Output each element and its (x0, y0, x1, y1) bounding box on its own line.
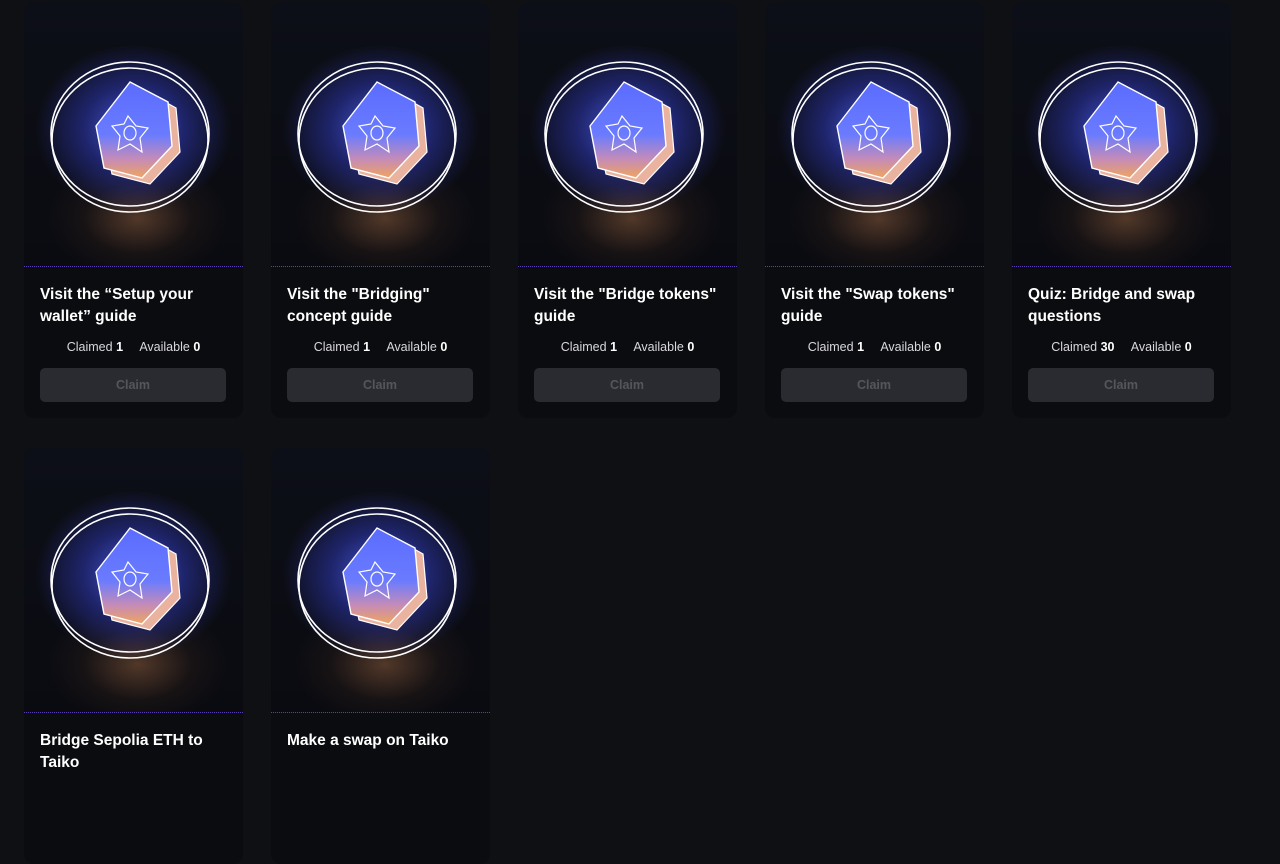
quest-stats: Claimed 1 Available 0 (518, 340, 737, 354)
claimed-label: Claimed (66, 340, 113, 354)
claimed-count: 30 (1100, 340, 1115, 354)
quest-title: Quiz: Bridge and swap questions (1028, 286, 1196, 325)
hexagon-badge-icon (50, 61, 210, 213)
quest-stats: Claimed 30 Available 0 (1012, 340, 1231, 354)
quest-card-art (24, 448, 243, 713)
available-count: 0 (934, 340, 942, 354)
available-count: 0 (193, 340, 201, 354)
quest-card-art (1012, 2, 1231, 267)
quest-stats: Claimed 1 Available 0 (271, 340, 490, 354)
claimed-label: Claimed (1051, 340, 1098, 354)
claim-button[interactable]: Claim (287, 368, 473, 402)
quest-stats: Claimed 1 Available 0 (765, 340, 984, 354)
hexagon-badge-icon (297, 61, 457, 213)
claim-button[interactable]: Claim (1028, 368, 1214, 402)
available-label: Available (386, 340, 437, 354)
available-count: 0 (687, 340, 695, 354)
quest-title: Visit the "Swap tokens" guide (781, 286, 955, 325)
claim-button[interactable]: Claim (781, 368, 967, 402)
hexagon-badge-icon (791, 61, 951, 213)
quest-card: Make a swap on Taiko (271, 448, 490, 864)
quest-card-art (765, 2, 984, 267)
available-label: Available (880, 340, 931, 354)
quest-title: Make a swap on Taiko (287, 732, 449, 749)
quest-card-art (271, 2, 490, 267)
quest-title: Visit the “Setup your wallet” guide (40, 286, 194, 325)
quest-card-art (24, 2, 243, 267)
claim-button[interactable]: Claim (40, 368, 226, 402)
claimed-count: 1 (116, 340, 124, 354)
quest-card: Quiz: Bridge and swap questions Claimed … (1012, 2, 1231, 418)
available-count: 0 (440, 340, 448, 354)
available-label: Available (1130, 340, 1182, 354)
quest-card: Visit the "Bridging" concept guide Claim… (271, 2, 490, 418)
claimed-label: Claimed (313, 340, 360, 354)
quest-card: Visit the "Swap tokens" guide Claimed 1 … (765, 2, 984, 418)
available-label: Available (633, 340, 684, 354)
quest-title: Visit the "Bridge tokens" guide (534, 286, 717, 325)
quest-card: Visit the “Setup your wallet” guide Clai… (24, 2, 243, 418)
quest-title: Bridge Sepolia ETH to Taiko (40, 732, 203, 771)
available-label: Available (139, 340, 190, 354)
claimed-count: 1 (610, 340, 618, 354)
quest-title: Visit the "Bridging" concept guide (287, 286, 430, 325)
hexagon-badge-icon (544, 61, 704, 213)
claim-button[interactable]: Claim (534, 368, 720, 402)
quest-card-art (271, 448, 490, 713)
hexagon-badge-icon (1038, 61, 1198, 213)
claimed-label: Claimed (560, 340, 607, 354)
claimed-count: 1 (363, 340, 371, 354)
quest-card-art (518, 2, 737, 267)
available-count: 0 (1184, 340, 1192, 354)
claimed-label: Claimed (807, 340, 854, 354)
quest-stats: Claimed 1 Available 0 (24, 340, 243, 354)
hexagon-badge-icon (50, 507, 210, 659)
hexagon-badge-icon (297, 507, 457, 659)
quest-card: Bridge Sepolia ETH to Taiko (24, 448, 243, 864)
claimed-count: 1 (857, 340, 865, 354)
quest-card: Visit the "Bridge tokens" guide Claimed … (518, 2, 737, 418)
